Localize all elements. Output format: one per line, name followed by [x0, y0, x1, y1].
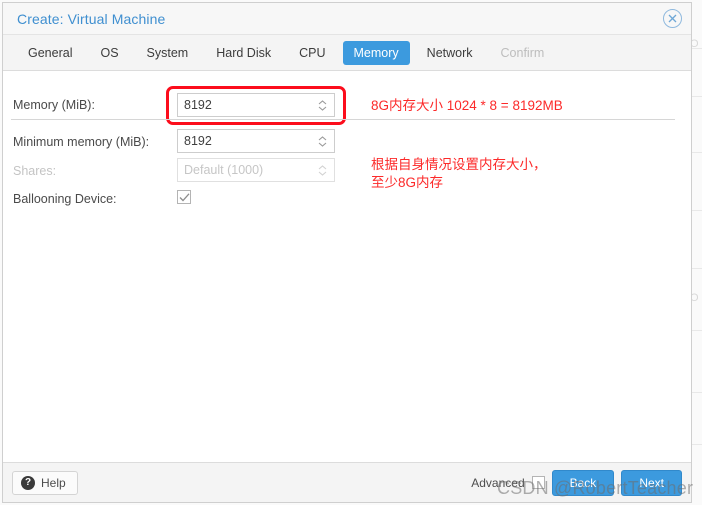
chevron-down-icon	[318, 106, 326, 111]
dialog-content: Memory (MiB): 8192 8G内存大小 1024 * 8 = 819…	[3, 71, 691, 462]
chevron-up-icon	[318, 135, 326, 140]
tab-cpu[interactable]: CPU	[288, 41, 336, 65]
chevron-down-icon	[318, 142, 326, 147]
memory-annotation: 8G内存大小 1024 * 8 = 8192MB	[371, 98, 563, 113]
next-button[interactable]: Next	[621, 469, 682, 496]
section-divider	[11, 119, 675, 120]
question-mark-icon: ?	[21, 475, 35, 490]
close-x-glyph	[668, 14, 677, 23]
shares-input: Default (1000)	[177, 158, 335, 182]
row-memory: Memory (MiB): 8192 8G内存大小 1024 * 8 = 819…	[3, 83, 691, 127]
minimum-memory-value: 8192	[184, 134, 212, 148]
minimum-memory-label: Minimum memory (MiB):	[13, 135, 150, 149]
tab-confirm: Confirm	[500, 45, 545, 60]
chevron-down-icon	[318, 171, 326, 176]
screen: O O Create: Virtual Machine General OS S…	[0, 0, 702, 505]
tab-general[interactable]: General	[17, 41, 83, 65]
dialog-footer: ? Help Advanced Back Next	[3, 462, 691, 502]
minimum-memory-input[interactable]: 8192	[177, 129, 335, 153]
memory-input[interactable]: 8192	[177, 93, 335, 117]
page-title: Create: Virtual Machine	[17, 10, 166, 27]
ballooning-checkbox[interactable]	[177, 190, 191, 204]
tab-network[interactable]: Network	[416, 41, 484, 65]
dialog-titlebar: Create: Virtual Machine	[3, 3, 691, 35]
back-button[interactable]: Back	[551, 469, 615, 496]
help-button[interactable]: ? Help	[12, 470, 78, 495]
tab-memory[interactable]: Memory	[342, 40, 410, 65]
memory-stepper[interactable]	[316, 96, 328, 114]
close-circle-icon[interactable]	[663, 9, 682, 28]
minimum-memory-stepper[interactable]	[316, 132, 328, 150]
create-vm-dialog: Create: Virtual Machine General OS Syste…	[2, 2, 692, 503]
memory-label: Memory (MiB):	[13, 98, 95, 112]
shares-placeholder: Default (1000)	[184, 163, 264, 177]
tab-hard-disk[interactable]: Hard Disk	[205, 41, 282, 65]
shares-label: Shares:	[13, 164, 57, 178]
memory-value: 8192	[184, 98, 212, 112]
ballooning-label: Ballooning Device:	[13, 192, 117, 206]
row-ballooning: Ballooning Device:	[3, 188, 691, 210]
wizard-tabbar: General OS System Hard Disk CPU Memory N…	[3, 35, 691, 71]
row-minimum-memory: Minimum memory (MiB): 8192	[3, 129, 691, 155]
shares-annotation: 根据自身情况设置内存大小， 至少8G内存	[371, 157, 547, 190]
tab-system[interactable]: System	[136, 41, 200, 65]
advanced-label: Advanced	[471, 475, 525, 490]
footer-actions: Advanced Back Next	[471, 469, 682, 496]
chevron-up-icon	[318, 99, 326, 104]
checkmark-icon	[179, 192, 189, 201]
chevron-up-icon	[318, 164, 326, 169]
help-button-label: Help	[41, 475, 66, 490]
tab-os[interactable]: OS	[89, 41, 129, 65]
advanced-checkbox[interactable]	[531, 476, 545, 489]
shares-stepper	[316, 161, 328, 179]
row-shares: Shares: Default (1000) 根据自身情况设置内存大小， 至少8…	[3, 157, 691, 190]
